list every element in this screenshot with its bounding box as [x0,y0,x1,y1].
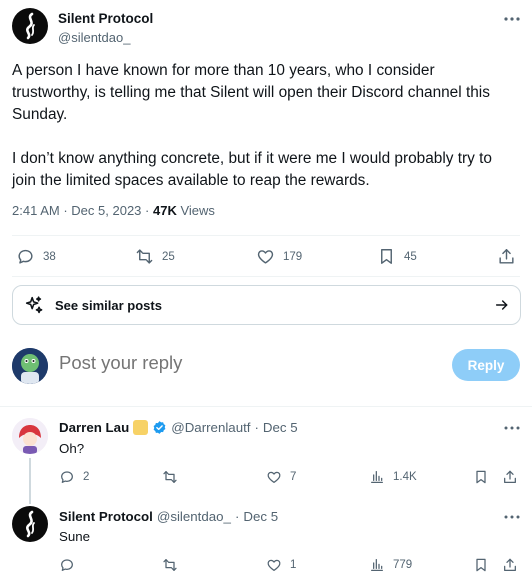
reply-count: 2 [83,471,90,483]
author-name[interactable]: Silent Protocol [58,11,153,26]
views-label: Views [180,203,215,218]
views-count: 1.4K [393,471,417,483]
share-icon [502,557,518,573]
repost-button[interactable] [162,557,186,573]
more-icon[interactable] [500,420,524,436]
post-paragraph-1: A person I have known for more than 10 y… [12,62,490,123]
like-button[interactable]: 179 [256,247,302,266]
repost-icon [162,557,178,573]
repost-button[interactable] [162,469,186,485]
thread-line [29,458,31,504]
divider [0,406,532,407]
arrow-right-icon [494,297,510,313]
analytics-icon [369,557,385,573]
share-icon [502,469,518,485]
post-text: A person I have known for more than 10 y… [12,60,517,214]
like-count: 1 [290,559,297,571]
share-button[interactable] [502,557,518,573]
author-avatar[interactable] [12,8,48,44]
reply-date[interactable]: Dec 5 [243,509,278,524]
like-count: 7 [290,471,297,483]
similar-posts-label: See similar posts [55,297,162,313]
reply-avatar[interactable] [12,418,48,454]
reply-author-name[interactable]: Darren Lau [59,420,129,435]
bookmark-button[interactable] [473,557,489,573]
reply-count: 38 [43,250,56,263]
divider [12,235,520,236]
meta-separator: · [234,509,240,524]
views-count: 779 [393,559,413,571]
share-button[interactable] [502,469,518,485]
bookmark-count: 45 [404,250,417,263]
repost-icon [162,469,178,485]
reply-button[interactable] [59,557,83,573]
more-icon[interactable] [500,509,524,525]
affiliate-badge-icon [133,420,149,435]
reply-icon [59,557,75,573]
meta-separator: · [145,203,150,218]
post-meta: 2:41 AM · Dec 5, 2023 · 47K Views [12,203,215,218]
post-time[interactable]: 2:41 AM [12,203,60,218]
meta-separator: · [254,420,259,435]
more-icon[interactable] [500,11,524,27]
reply-submit-button[interactable]: Reply [452,349,520,381]
reply-button[interactable]: 2 [59,469,89,485]
reply-text: Oh? [59,441,85,456]
reply-avatar[interactable] [12,506,48,542]
heart-icon [266,557,282,573]
like-count: 179 [283,250,303,263]
see-similar-posts-button[interactable]: See similar posts [12,285,521,325]
verified-badge-icon [152,420,167,435]
bookmark-icon [377,247,396,266]
like-button[interactable]: 1 [266,557,296,573]
reply-header: Darren Lau @Darrenlautf · Dec 5 [59,420,298,435]
share-button[interactable] [497,247,516,266]
reply-author-handle[interactable]: @silentdao_ [157,509,231,524]
post-paragraph-2: I don’t know anything concrete, but if i… [12,150,492,189]
analytics-icon [369,469,385,485]
reply-date[interactable]: Dec 5 [263,420,298,435]
reply-author-name[interactable]: Silent Protocol [59,509,153,524]
reply-button[interactable]: 38 [16,247,56,266]
author-handle[interactable]: @silentdao_ [58,30,130,45]
repost-button[interactable]: 25 [135,247,175,266]
reply-icon [59,469,75,485]
post-date[interactable]: Dec 5, 2023 [71,203,141,218]
bookmark-button[interactable]: 45 [377,247,417,266]
like-button[interactable]: 7 [266,469,296,485]
meta-separator: · [63,203,68,218]
heart-icon [256,247,275,266]
divider [12,276,520,277]
bookmark-icon [473,557,489,573]
views-button[interactable]: 779 [369,557,412,573]
reply-author-handle[interactable]: @Darrenlautf [171,420,250,435]
share-icon [497,247,516,266]
current-user-avatar[interactable] [12,348,48,384]
reply-input[interactable] [59,352,429,374]
views-button[interactable]: 1.4K [369,469,417,485]
views-count: 47K [153,203,177,218]
repost-icon [135,247,154,266]
heart-icon [266,469,282,485]
reply-text: Sune [59,529,91,544]
repost-count: 25 [162,250,175,263]
sparkle-icon [23,294,45,316]
reply-icon [16,247,35,266]
bookmark-button[interactable] [473,469,489,485]
bookmark-icon [473,469,489,485]
reply-header: Silent Protocol @silentdao_ · Dec 5 [59,509,278,524]
